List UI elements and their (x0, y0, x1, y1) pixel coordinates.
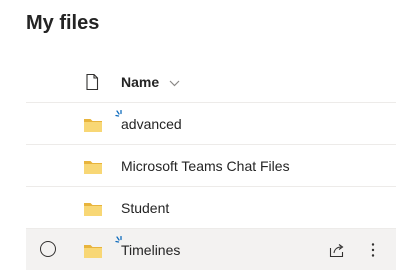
file-list: Name advanced Microsoft Teams Chat Files (26, 61, 396, 270)
list-item[interactable]: Student (26, 187, 396, 229)
share-icon[interactable] (328, 241, 346, 259)
folder-icon (84, 161, 102, 174)
name-column-label: Name (121, 74, 160, 90)
chevron-down-icon (169, 80, 180, 87)
folder-icon (84, 245, 102, 258)
page-title: My files (26, 12, 100, 34)
list-header-row: Name (26, 61, 396, 103)
select-checkbox[interactable] (40, 241, 56, 257)
name-column-header[interactable]: Name (121, 74, 180, 90)
more-options-icon[interactable] (364, 241, 382, 259)
folder-icon (84, 119, 102, 132)
folder-icon (84, 203, 102, 216)
list-item[interactable]: Timelines (26, 229, 396, 270)
list-item[interactable]: advanced (26, 103, 396, 145)
item-name[interactable]: Timelines (121, 242, 180, 258)
list-item[interactable]: Microsoft Teams Chat Files (26, 145, 396, 187)
document-icon[interactable] (83, 73, 101, 91)
item-name[interactable]: Microsoft Teams Chat Files (121, 158, 290, 174)
item-name[interactable]: advanced (121, 116, 182, 132)
item-name[interactable]: Student (121, 200, 169, 216)
